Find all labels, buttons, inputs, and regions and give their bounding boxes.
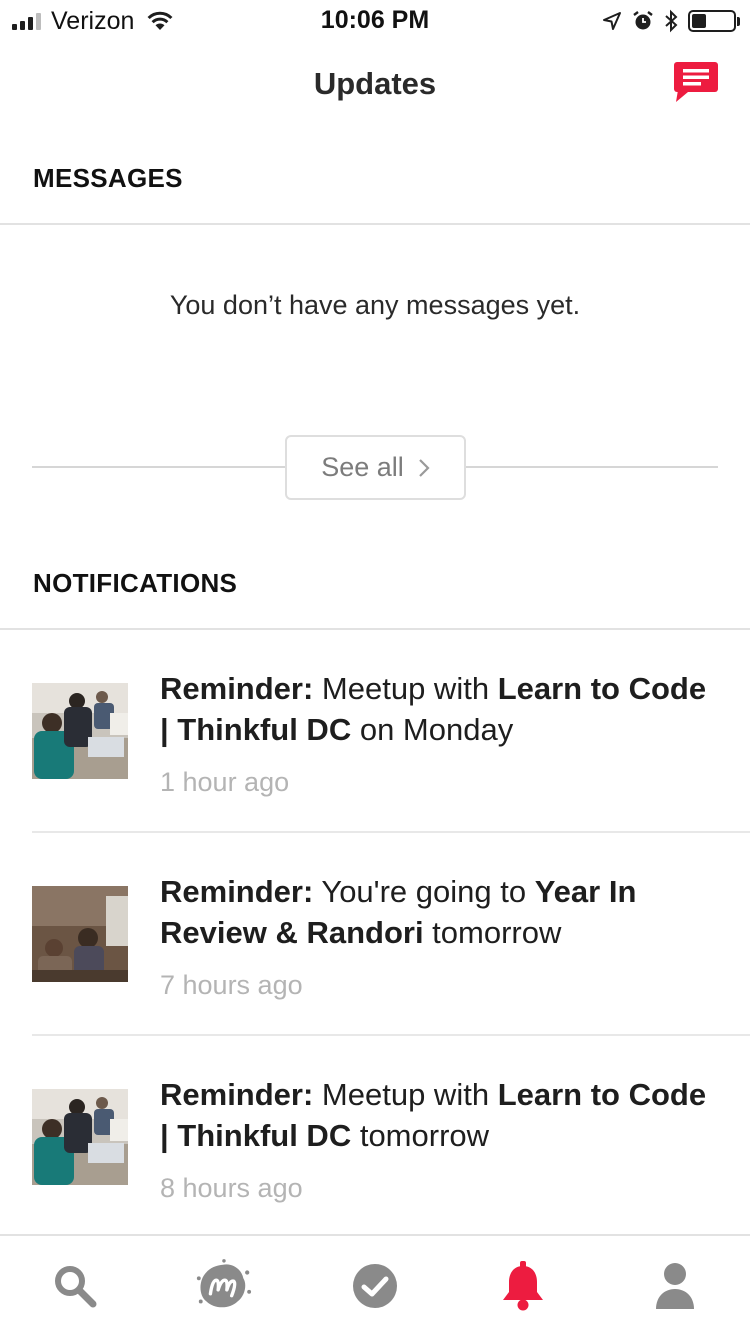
notification-text: Reminder: You're going to Year In Review…	[160, 871, 720, 953]
location-arrow-icon	[603, 12, 621, 30]
alarm-icon	[633, 11, 653, 30]
tab-search[interactable]	[45, 1258, 105, 1314]
see-all-button[interactable]: See all	[285, 435, 466, 500]
notification-time: 1 hour ago	[160, 767, 290, 797]
meetup-logo-icon	[196, 1259, 252, 1308]
notification-prefix: Reminder:	[160, 874, 314, 909]
tab-groups[interactable]	[193, 1258, 253, 1314]
chat-bubble-icon	[674, 62, 718, 102]
notification-body: You're going to	[313, 874, 535, 909]
see-all-right-rule	[466, 466, 718, 468]
notification-prefix: Reminder:	[160, 671, 314, 706]
notification-text: Reminder: Meetup with Learn to Code | Th…	[160, 1074, 720, 1156]
notification-item[interactable]: Reminder: Meetup with Learn to Code | Th…	[0, 630, 750, 833]
messages-divider	[0, 223, 750, 225]
notifications-section-title: NOTIFICATIONS	[33, 568, 238, 598]
bluetooth-icon	[665, 9, 678, 33]
event-thumbnail	[32, 683, 128, 779]
notification-text: Reminder: Meetup with Learn to Code | Th…	[160, 668, 720, 750]
status-bar-right	[602, 8, 740, 34]
tab-calendar[interactable]	[345, 1258, 405, 1314]
notification-prefix: Reminder:	[160, 1077, 314, 1112]
compose-message-button[interactable]	[670, 58, 722, 108]
empty-messages-text: You don’t have any messages yet.	[169, 290, 581, 320]
chevron-right-icon	[419, 458, 430, 477]
check-circle-icon	[353, 1264, 397, 1308]
nav-header: Updates	[0, 40, 750, 130]
notification-suffix: tomorrow	[351, 1118, 490, 1153]
event-thumbnail	[32, 1089, 128, 1185]
notification-body: Meetup with	[313, 1077, 498, 1112]
notification-suffix: on Monday	[351, 712, 514, 747]
notification-time: 7 hours ago	[160, 970, 303, 1000]
bottom-tab-bar	[0, 1234, 750, 1334]
profile-icon	[656, 1263, 694, 1309]
tab-profile[interactable]	[645, 1258, 705, 1314]
see-all-label: See all	[321, 452, 404, 482]
notification-body: Meetup with	[313, 671, 498, 706]
status-bar: Verizon 10:06 PM	[0, 0, 750, 40]
search-icon	[55, 1266, 97, 1308]
notification-suffix: tomorrow	[423, 915, 562, 950]
tab-notifications[interactable]	[493, 1258, 553, 1314]
battery-icon	[688, 10, 736, 32]
event-thumbnail	[32, 886, 128, 982]
notification-time: 8 hours ago	[160, 1173, 303, 1203]
see-all-left-rule	[32, 466, 285, 468]
messages-section-title: MESSAGES	[33, 163, 183, 193]
notification-item[interactable]: Reminder: You're going to Year In Review…	[0, 833, 750, 1036]
bell-icon	[503, 1261, 543, 1311]
notification-item[interactable]: Reminder: Meetup with Learn to Code | Th…	[0, 1036, 750, 1239]
page-title: Updates	[313, 66, 437, 101]
